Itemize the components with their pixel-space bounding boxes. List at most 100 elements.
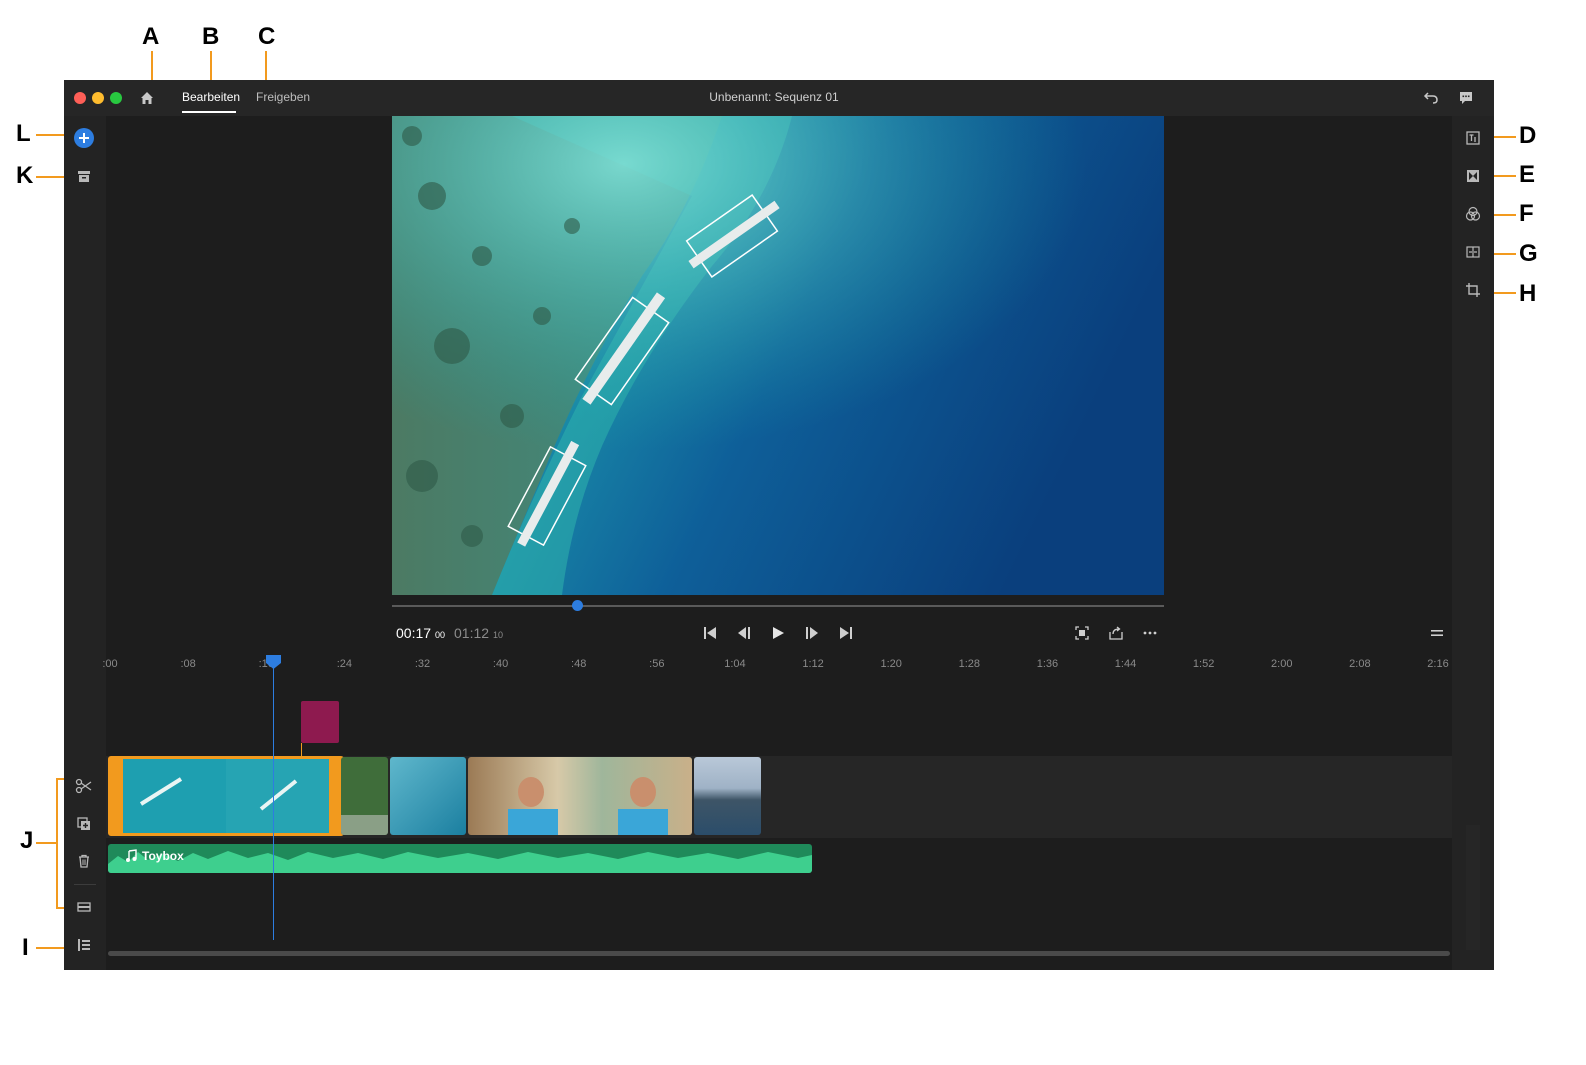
video-clip-water[interactable] bbox=[390, 757, 466, 835]
active-tab-indicator bbox=[182, 111, 236, 113]
callout-b: B bbox=[202, 23, 220, 50]
current-frames: 00 bbox=[434, 630, 445, 640]
timeline-ruler[interactable]: :00:08:16:24:32:40:48:56 1:04 1:12 1:20 1:28… bbox=[102, 654, 1452, 676]
ruler-tick-label: 1:04 bbox=[724, 658, 746, 670]
document-title: Unbenannt: Sequenz 01 bbox=[709, 90, 839, 104]
play-icon[interactable] bbox=[768, 623, 788, 643]
tab-freigeben[interactable]: Freigeben bbox=[256, 90, 310, 104]
playhead-handle[interactable] bbox=[266, 655, 281, 669]
track-height-icon[interactable] bbox=[73, 896, 95, 918]
callout-line-k bbox=[36, 176, 66, 178]
audio-clip[interactable]: Toybox bbox=[108, 844, 812, 873]
current-time: 00:17 bbox=[396, 625, 432, 641]
ruler-tick-label: 1:20 bbox=[880, 658, 902, 670]
duration-timecode: 01:12 10 bbox=[454, 625, 503, 641]
music-note-icon bbox=[124, 849, 138, 868]
timeline-menu-icon[interactable] bbox=[1427, 623, 1447, 643]
crop-icon[interactable] bbox=[1462, 279, 1484, 301]
callout-d: D bbox=[1519, 122, 1537, 149]
callout-c: C bbox=[258, 23, 276, 50]
callout-line-l bbox=[36, 134, 66, 136]
split-icon[interactable] bbox=[73, 775, 95, 797]
timeline-marker[interactable] bbox=[301, 701, 339, 743]
callout-g: G bbox=[1519, 240, 1538, 267]
ruler-tick-label: :48 bbox=[571, 658, 587, 670]
video-clip-selfie[interactable] bbox=[468, 757, 692, 835]
app-window: Bearbeiten Freigeben Unbenannt: Sequenz … bbox=[64, 80, 1494, 970]
program-monitor[interactable] bbox=[392, 116, 1164, 595]
callout-k: K bbox=[16, 162, 34, 189]
duration-frames: 10 bbox=[492, 630, 503, 640]
ruler-tick-label: 1:36 bbox=[1036, 658, 1059, 670]
marker-connector bbox=[301, 743, 302, 757]
clip-thumbnail-shore bbox=[341, 815, 388, 835]
duplicate-icon[interactable] bbox=[73, 813, 95, 835]
titles-icon[interactable] bbox=[1462, 127, 1484, 149]
more-options-icon[interactable] bbox=[1140, 623, 1160, 643]
ruler-tick-label: :00 bbox=[102, 658, 118, 670]
callout-line-c bbox=[265, 51, 267, 80]
step-forward-icon[interactable] bbox=[802, 623, 822, 643]
timeline-view-icon[interactable] bbox=[73, 934, 95, 956]
left-toolbar bbox=[64, 116, 106, 970]
clip-thumbnail-coast bbox=[694, 757, 761, 835]
export-frame-icon[interactable] bbox=[1106, 623, 1126, 643]
callout-h: H bbox=[1519, 280, 1537, 307]
zoom-window-button[interactable] bbox=[110, 92, 122, 104]
callout-l: L bbox=[16, 120, 31, 147]
toolbar-divider bbox=[74, 884, 96, 885]
delete-icon[interactable] bbox=[73, 850, 95, 872]
close-window-button[interactable] bbox=[74, 92, 86, 104]
timeline-horizontal-scrollbar[interactable] bbox=[108, 951, 1450, 956]
video-frame-image bbox=[392, 116, 1164, 595]
ruler-tick-label: :56 bbox=[649, 658, 665, 670]
scrubber-handle[interactable] bbox=[571, 600, 583, 611]
go-to-end-icon[interactable] bbox=[836, 623, 856, 643]
ruler-tick-label: :24 bbox=[336, 658, 352, 670]
duration-time: 01:12 bbox=[454, 625, 490, 641]
clip-thumbnails bbox=[111, 759, 341, 833]
ruler-tick-label: 1:44 bbox=[1114, 658, 1137, 670]
ruler-tick-label: :40 bbox=[492, 658, 509, 670]
ruler-tick-label: 2:16 bbox=[1427, 658, 1449, 670]
callout-bracket-j bbox=[56, 778, 58, 909]
clip-thumbnail-water bbox=[390, 757, 466, 835]
callout-i: I bbox=[22, 934, 29, 961]
callout-f: F bbox=[1519, 200, 1534, 227]
ruler-tick-label: 2:08 bbox=[1349, 658, 1371, 670]
fit-to-screen-icon[interactable] bbox=[1072, 623, 1092, 643]
callout-line-j bbox=[36, 842, 57, 844]
go-to-start-icon[interactable] bbox=[700, 623, 720, 643]
clip-face-1 bbox=[518, 777, 544, 807]
callout-line-a bbox=[151, 51, 153, 80]
tab-bearbeiten[interactable]: Bearbeiten bbox=[182, 90, 240, 104]
ruler-tick-label: 1:12 bbox=[802, 658, 824, 670]
minimize-window-button[interactable] bbox=[92, 92, 104, 104]
home-icon[interactable] bbox=[136, 87, 158, 109]
color-icon[interactable] bbox=[1462, 203, 1484, 225]
step-back-icon[interactable] bbox=[734, 623, 754, 643]
audio-waveform bbox=[108, 851, 812, 873]
feedback-icon[interactable] bbox=[1455, 87, 1477, 109]
ruler-tick-label: 1:28 bbox=[958, 658, 980, 670]
speed-icon[interactable] bbox=[1462, 241, 1484, 263]
project-panel-icon[interactable] bbox=[73, 165, 95, 187]
clip-face-2 bbox=[630, 777, 656, 807]
callout-line-b bbox=[210, 51, 212, 80]
undo-icon[interactable] bbox=[1420, 87, 1442, 109]
ruler-tick-label: :32 bbox=[414, 658, 431, 670]
add-media-icon[interactable] bbox=[73, 127, 95, 149]
ruler-tick-label: 1:52 bbox=[1192, 658, 1215, 670]
video-clip-coast[interactable] bbox=[694, 757, 761, 835]
playhead-line[interactable] bbox=[273, 666, 274, 940]
video-clip-selected[interactable] bbox=[108, 756, 344, 836]
clip-shirt-2 bbox=[618, 809, 668, 835]
callout-j: J bbox=[20, 827, 34, 854]
video-clip-jungle[interactable] bbox=[341, 757, 388, 835]
transitions-icon[interactable] bbox=[1462, 165, 1484, 187]
ruler-tick-label: 2:00 bbox=[1271, 658, 1293, 670]
playback-scrubber[interactable] bbox=[392, 605, 1164, 607]
callout-a: A bbox=[142, 23, 160, 50]
audio-clip-title: Toybox bbox=[142, 849, 184, 863]
current-timecode: 00:17 00 bbox=[396, 625, 445, 641]
